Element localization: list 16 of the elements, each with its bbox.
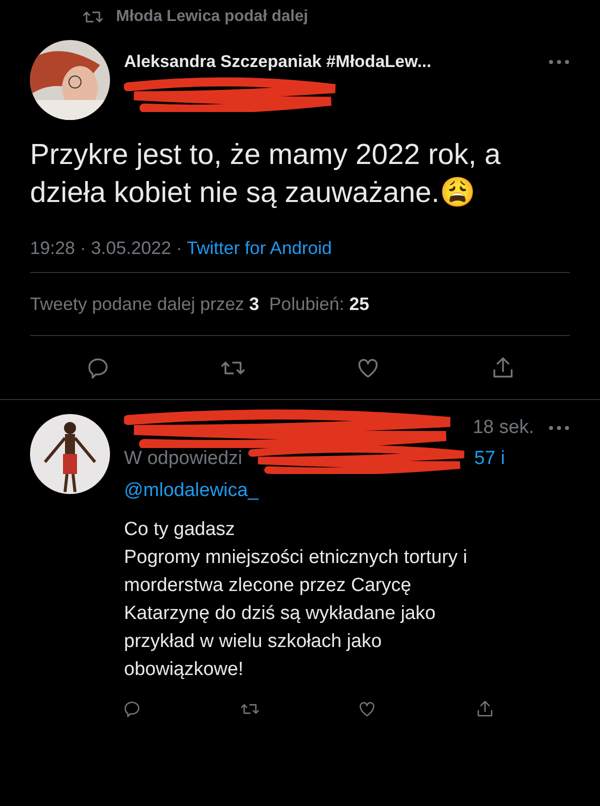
author-name[interactable]: Aleksandra Szczepaniak #MłodaLew... bbox=[124, 52, 432, 72]
source-link[interactable]: Twitter for Android bbox=[186, 238, 332, 258]
tweet-timestamp: 19:28 · 3.05.2022 · Twitter for Android bbox=[30, 238, 332, 258]
more-icon[interactable] bbox=[548, 59, 570, 65]
tweet-text: Przykre jest to, że mamy 2022 rok, a dzieła kobiet nie są zauważane.😩 bbox=[29, 138, 502, 211]
reply-text: Co ty gadasz Pogromy mniejszości etnicznych tortury i morderstwa zlecone przez Carycę Katarzynę do dziś są wykładane jako przykład w wielu szkołach jako obowiązkowe! bbox=[124, 518, 468, 682]
reply-time: 18 sek. bbox=[472, 417, 534, 439]
reply-icon[interactable] bbox=[122, 699, 142, 719]
mention-link[interactable]: @mlodalewica_ bbox=[124, 476, 258, 506]
like-icon[interactable] bbox=[357, 699, 378, 719]
more-icon[interactable] bbox=[548, 425, 570, 431]
share-icon[interactable] bbox=[474, 699, 495, 719]
tweet-stats: Tweety podane dalej przez 3 Polubień: 25 bbox=[30, 294, 370, 314]
reply-context: W odpowiedzi bbox=[124, 448, 242, 470]
retweet-header: Młoda Lewica podał dalej bbox=[116, 8, 308, 26]
mention-link[interactable]: 57 i bbox=[474, 448, 505, 470]
